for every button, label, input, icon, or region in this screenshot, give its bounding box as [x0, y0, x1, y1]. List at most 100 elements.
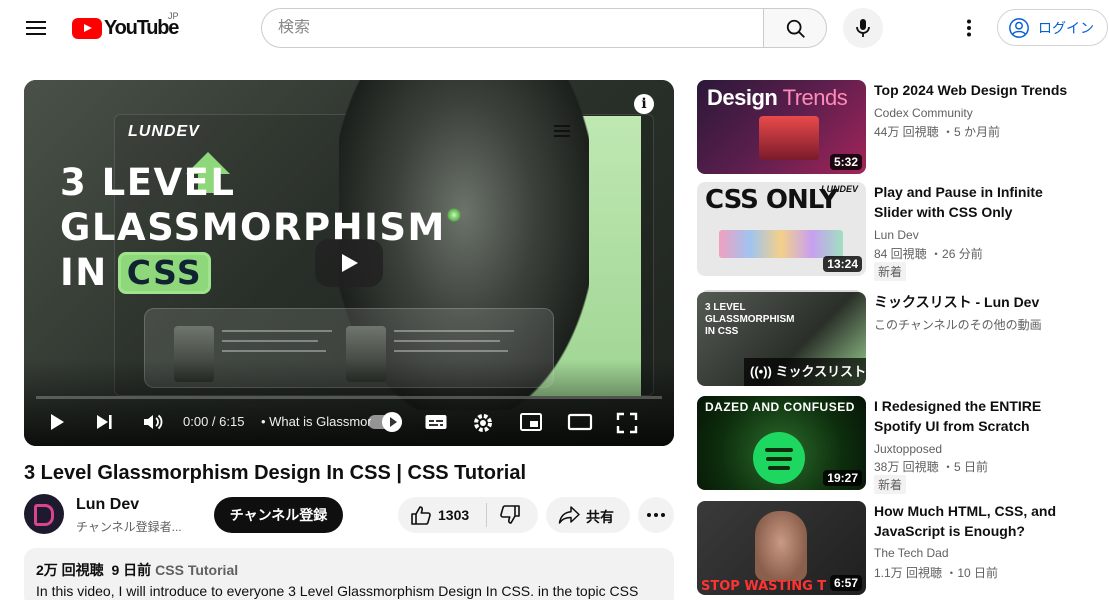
- thumbnail-text: CSS ONLY: [705, 185, 838, 215]
- thumbnail-art: [719, 230, 843, 258]
- recommendation-channel[interactable]: Juxtopposed: [874, 442, 942, 456]
- mic-icon: [856, 19, 870, 37]
- fullscreen-icon: [616, 412, 638, 434]
- chapter-title[interactable]: • What is Glassmor: [261, 414, 371, 429]
- duration: 6:15: [219, 414, 245, 429]
- recommendation-stats: 38万 回視聴 ・5 日前: [874, 460, 989, 474]
- thumbnail-brand: LUNDEV: [821, 184, 859, 194]
- recommendation-stats: 44万 回視聴 ・5 か月前: [874, 125, 1001, 139]
- recommendation-channel[interactable]: The Tech Dad: [874, 546, 949, 560]
- more-vert-icon: [967, 19, 971, 37]
- dislike-button[interactable]: [487, 497, 538, 533]
- duration-badge: 6:57: [829, 575, 862, 591]
- progress-bar[interactable]: [36, 396, 662, 399]
- player-controls: 0:00 / 6:15 • What is Glassmor: [24, 402, 674, 442]
- menu-icon: [26, 21, 46, 23]
- play-icon: [51, 414, 64, 430]
- recommendation-title[interactable]: How Much HTML, CSS, and JavaScript is En…: [874, 501, 1084, 541]
- more-actions-button[interactable]: [638, 497, 674, 533]
- settings-menu-button[interactable]: [952, 10, 986, 46]
- signin-button[interactable]: ログイン: [997, 9, 1108, 46]
- miniplayer-button[interactable]: [519, 402, 545, 442]
- menu-button[interactable]: [18, 10, 54, 46]
- description-meta: 2万 回視聴 9 日前 CSS Tutorial: [36, 560, 662, 580]
- info-icon[interactable]: i: [634, 94, 654, 114]
- search-icon: [786, 19, 805, 38]
- recommendation-item[interactable]: CSS ONLY LUNDEV 13:24 Play and Pause in …: [697, 182, 1097, 281]
- current-time: 0:00: [183, 414, 209, 429]
- video-thumbnail[interactable]: STOP WASTING T 6:57: [697, 501, 866, 595]
- time-display: 0:00 / 6:15: [183, 414, 245, 429]
- play-button[interactable]: [46, 402, 74, 442]
- search-button[interactable]: [763, 8, 827, 48]
- recommendation-mix-item[interactable]: 3 LEVEL GLASSMORPHISM IN CSS ((•)) ミックスリ…: [697, 290, 1097, 388]
- recommendation-item[interactable]: Design Trends 5:32 Top 2024 Web Design T…: [697, 80, 1097, 176]
- thumbnail-title-line1: 3 LEVEL: [60, 161, 236, 204]
- large-play-button[interactable]: [315, 239, 383, 287]
- fullscreen-button[interactable]: [616, 402, 642, 442]
- youtube-logo[interactable]: YouTube JP: [72, 11, 179, 39]
- spotify-logo-icon: [753, 432, 805, 484]
- theater-icon: [567, 413, 593, 431]
- next-button[interactable]: [94, 402, 122, 442]
- duration-badge: 13:24: [823, 256, 862, 272]
- channel-avatar[interactable]: [24, 494, 64, 534]
- description-text: In this video, I will introduce to every…: [36, 583, 639, 599]
- recommendation-title[interactable]: I Redesigned the ENTIRE Spotify UI from …: [874, 396, 1084, 436]
- next-icon: [97, 415, 112, 429]
- voice-search-button[interactable]: [843, 8, 883, 48]
- top-bar: YouTube JP ログイン: [0, 0, 1109, 56]
- channel-name[interactable]: Lun Dev: [76, 496, 139, 514]
- recommendation-title[interactable]: Top 2024 Web Design Trends: [874, 80, 1084, 100]
- playlist-icon: ((•)): [750, 364, 772, 379]
- recommendation-channel[interactable]: Lun Dev: [874, 228, 919, 242]
- share-button[interactable]: 共有: [546, 497, 630, 533]
- new-badge: 新着: [874, 262, 907, 281]
- recommendation-title[interactable]: Play and Pause in Infinite Slider with C…: [874, 182, 1084, 222]
- thumbnail-text: Design: [707, 85, 778, 110]
- video-thumbnail[interactable]: DAZED AND CONFUSED 19:27: [697, 396, 866, 490]
- youtube-logo-icon: [72, 17, 102, 39]
- subtitles-button[interactable]: [424, 402, 450, 442]
- autoplay-icon: [382, 412, 402, 432]
- thumbnail-text: 3 LEVEL GLASSMORPHISM IN CSS: [705, 302, 795, 337]
- thumbnail-title-line2: GLASSMORPHISM: [60, 206, 446, 249]
- more-horiz-icon: [647, 513, 665, 517]
- recommendation-title[interactable]: ミックスリスト - Lun Dev: [874, 292, 1084, 312]
- recommendation-stats: 84 回視聴 ・26 分前: [874, 247, 983, 261]
- description-box[interactable]: 2万 回視聴 9 日前 CSS Tutorial In this video, I…: [24, 548, 674, 600]
- dislike-icon: [500, 505, 520, 524]
- signin-label: ログイン: [1038, 19, 1094, 36]
- search-input[interactable]: [278, 19, 764, 37]
- like-count: 1303: [438, 507, 470, 523]
- thumbnail-text: Trends: [777, 85, 848, 110]
- channel-subscriber-count: チャンネル登録者...: [76, 520, 182, 534]
- subscribe-button[interactable]: チャンネル登録: [214, 497, 343, 533]
- new-badge: 新着: [874, 475, 907, 494]
- upload-date: 9 日前: [111, 562, 152, 578]
- thumbnail-menu-icon: [554, 125, 570, 137]
- theater-mode-button[interactable]: [567, 402, 595, 442]
- description-tag[interactable]: CSS Tutorial: [155, 562, 238, 578]
- video-thumbnail[interactable]: CSS ONLY LUNDEV 13:24: [697, 182, 866, 276]
- thumbnail-text: DAZED AND CONFUSED: [705, 400, 855, 414]
- settings-button[interactable]: [472, 402, 498, 442]
- video-player[interactable]: LUNDEV 3 LEVEL GLASSMORPHISM IN CSS i 0:…: [24, 80, 674, 446]
- like-button[interactable]: 1303: [398, 497, 486, 533]
- recommendation-stats: 1.1万 回視聴 ・10 日前: [874, 566, 999, 580]
- share-label: 共有: [586, 509, 614, 525]
- like-icon: [411, 506, 431, 525]
- video-title: 3 Level Glassmorphism Design In CSS | CS…: [24, 462, 527, 484]
- thumbnail-brand: LUNDEV: [128, 123, 200, 140]
- share-icon: [558, 506, 580, 524]
- settings-icon: [474, 414, 492, 432]
- video-thumbnail[interactable]: Design Trends 5:32: [697, 80, 866, 174]
- recommendation-item[interactable]: STOP WASTING T 6:57 How Much HTML, CSS, …: [697, 501, 1097, 597]
- playlist-thumbnail[interactable]: 3 LEVEL GLASSMORPHISM IN CSS ((•)) ミックスリ…: [697, 292, 866, 386]
- thumbnail-title-line3: IN: [60, 251, 108, 294]
- recommendation-channel[interactable]: Codex Community: [874, 106, 973, 120]
- volume-button[interactable]: [142, 402, 170, 442]
- subtitles-icon: [425, 415, 447, 429]
- miniplayer-icon: [520, 413, 542, 431]
- recommendation-item[interactable]: DAZED AND CONFUSED 19:27 I Redesigned th…: [697, 396, 1097, 494]
